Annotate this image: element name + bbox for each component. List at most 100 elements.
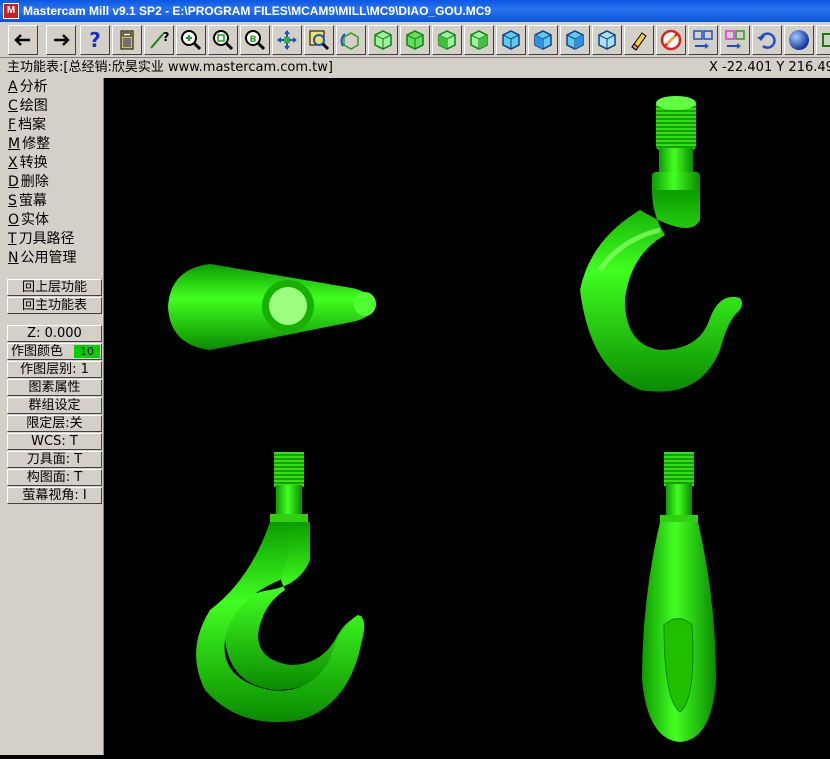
- menu-item-delete[interactable]: D 删除: [8, 173, 49, 192]
- menu-item-nc-utils[interactable]: N 公用管理: [8, 249, 76, 268]
- zoom-select-button[interactable]: [304, 25, 334, 55]
- cplane-button[interactable]: 构图面: T: [7, 469, 102, 486]
- zoom-window-button[interactable]: [208, 25, 238, 55]
- svg-text:?: ?: [163, 30, 170, 44]
- iso-view-icon: [470, 30, 488, 50]
- back-arrow-icon: [14, 34, 30, 46]
- menu-hotkey: X: [8, 155, 18, 171]
- shade-sphere-button[interactable]: [784, 25, 814, 55]
- menu-label: 刀具路径: [18, 231, 75, 247]
- menu-item-analyze[interactable]: A 分析: [8, 78, 48, 97]
- mask-button[interactable]: 限定层:关: [7, 415, 102, 432]
- color-button[interactable]: [720, 25, 750, 55]
- menu-hotkey: F: [8, 117, 17, 133]
- undo-button[interactable]: [752, 25, 782, 55]
- help-icon: ?: [89, 28, 101, 52]
- menu-item-file[interactable]: F 档案: [8, 116, 46, 135]
- forward-arrow-icon: [54, 34, 70, 46]
- menu-hotkey: N: [8, 250, 19, 266]
- undo-icon: [757, 32, 776, 49]
- unzoom-button[interactable]: B: [240, 25, 270, 55]
- clear-icon: [660, 29, 682, 51]
- menu-hotkey: D: [8, 174, 19, 190]
- menu-item-toolpaths[interactable]: T 刀具路径: [8, 230, 75, 249]
- tplane-button[interactable]: 刀具面: T: [7, 451, 102, 468]
- menu-label: 删除: [20, 174, 49, 190]
- menu-item-solids[interactable]: O 实体: [8, 211, 49, 230]
- z-depth-button[interactable]: Z: 0.000: [7, 325, 102, 342]
- analyze-button[interactable]: ?: [144, 25, 174, 55]
- back-button[interactable]: [8, 25, 38, 55]
- app-icon[interactable]: M: [3, 3, 19, 19]
- analyze-icon: ?: [150, 30, 170, 49]
- menu-item-xform[interactable]: X 转换: [8, 154, 48, 173]
- menu-label: 转换: [19, 155, 48, 171]
- eraser-icon: [631, 32, 647, 51]
- menu-label: 公用管理: [20, 250, 77, 266]
- menu-item-create[interactable]: C 绘图: [8, 97, 48, 116]
- attributes-button[interactable]: 图素属性: [7, 379, 102, 396]
- menu-hotkey: M: [8, 136, 21, 152]
- cube-view2-icon: [534, 30, 552, 50]
- color-setting-button[interactable]: 作图颜色 10: [7, 343, 102, 360]
- menu-status-bar: 主功能表:[总经销:欣昊实业 www.mastercam.com.tw] X -…: [0, 58, 830, 78]
- cube-view-icon: [502, 30, 520, 50]
- svg-text:?: ?: [89, 28, 101, 52]
- side-view-icon: [438, 30, 456, 50]
- zoom-in-icon: [181, 30, 202, 51]
- pan-icon: [277, 30, 297, 50]
- menu-label: 绘图: [19, 98, 48, 114]
- svg-text:B: B: [250, 35, 257, 45]
- gview-button[interactable]: 萤幕视角: I: [7, 487, 102, 504]
- calculator-button[interactable]: [112, 25, 142, 55]
- color-icon: [725, 30, 745, 49]
- side-view-button[interactable]: [432, 25, 462, 55]
- cube-view-button[interactable]: [496, 25, 526, 55]
- top-view-button[interactable]: [368, 25, 398, 55]
- hook-iso-view: [580, 96, 743, 392]
- menu-label: 实体: [21, 212, 50, 228]
- hook-side-view: [642, 452, 716, 742]
- zoom-window-icon: [213, 30, 234, 51]
- more-button[interactable]: [816, 25, 830, 55]
- menu-label: 分析: [19, 79, 48, 95]
- top-view-icon: [374, 30, 392, 50]
- clear-button[interactable]: [656, 25, 686, 55]
- menu-label: 档案: [18, 117, 47, 133]
- menu-hotkey: C: [8, 98, 18, 114]
- pan-button[interactable]: [272, 25, 302, 55]
- shade-sphere-icon: [789, 30, 809, 50]
- unzoom-icon: B: [245, 30, 266, 51]
- main-menu-panel: A 分析 C 绘图 F 档案 M 修整 X 转换 D 删除 S 萤幕 O 实体 T 刀具路径 N公…: [0, 78, 104, 755]
- menu-item-modify[interactable]: M 修整: [8, 135, 50, 154]
- menu-hotkey: A: [8, 79, 18, 95]
- cube-view3-button[interactable]: [560, 25, 590, 55]
- help-button[interactable]: ?: [80, 25, 110, 55]
- level-button[interactable]: [688, 25, 718, 55]
- forward-button[interactable]: [46, 25, 76, 55]
- menu-label: 修整: [22, 136, 51, 152]
- eraser-button[interactable]: [624, 25, 654, 55]
- rotate-icon: [340, 32, 359, 50]
- cube-view2-button[interactable]: [528, 25, 558, 55]
- backup-button[interactable]: 回上层功能: [7, 279, 102, 296]
- front-view-icon: [406, 30, 424, 50]
- cube-view4-button[interactable]: [592, 25, 622, 55]
- title-bar: M Mastercam Mill v9.1 SP2 - E:\PROGRAM F…: [0, 0, 830, 22]
- color-swatch: 10: [74, 345, 100, 358]
- color-label: 作图颜色: [11, 344, 64, 359]
- calculator-icon: [120, 30, 134, 50]
- main-menu-button[interactable]: 回主功能表: [7, 297, 102, 314]
- menu-item-screen[interactable]: S 萤幕: [8, 192, 47, 211]
- menu-label: 萤幕: [18, 193, 47, 209]
- window-title: Mastercam Mill v9.1 SP2 - E:\PROGRAM FIL…: [23, 4, 492, 18]
- groups-button[interactable]: 群组设定: [7, 397, 102, 414]
- iso-view-button[interactable]: [464, 25, 494, 55]
- front-view-button[interactable]: [400, 25, 430, 55]
- wcs-button[interactable]: WCS: T: [7, 433, 102, 450]
- rotate-button[interactable]: [336, 25, 366, 55]
- level-setting-button[interactable]: 作图层别: 1: [7, 361, 102, 378]
- menu-title: 主功能表:[总经销:欣昊实业 www.mastercam.com.tw]: [7, 60, 333, 75]
- zoom-in-button[interactable]: [176, 25, 206, 55]
- graphics-viewport[interactable]: [104, 78, 830, 755]
